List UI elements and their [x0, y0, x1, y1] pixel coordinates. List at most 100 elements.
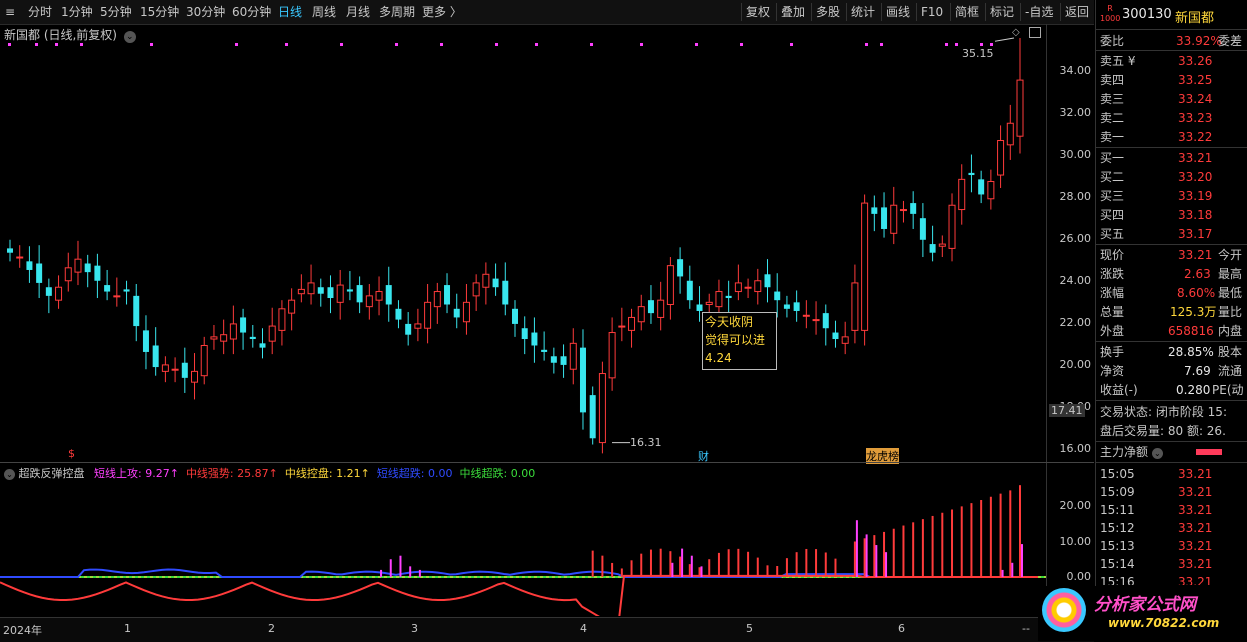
signal-dot: [80, 43, 83, 46]
stock-code: 300130: [1122, 7, 1172, 22]
stat-value: 8.60%: [1177, 286, 1216, 300]
stat-row: 净资 7.69 流通: [1100, 362, 1247, 380]
candle-body: [569, 342, 577, 370]
candle-body: [191, 370, 199, 383]
ask-row[interactable]: 卖三 33.24: [1100, 90, 1247, 108]
candle-body: [608, 332, 616, 379]
chevron-down-icon[interactable]: ⌄: [1151, 448, 1163, 459]
tick-price: 33.21: [1178, 467, 1213, 481]
ask-price: 33.25: [1178, 73, 1213, 87]
price-tick: 28.00: [1059, 190, 1092, 203]
stat-value: 28.85%: [1168, 345, 1214, 359]
signal-dot: [590, 43, 593, 46]
ask-row[interactable]: 卖二 33.23: [1100, 109, 1247, 127]
stat-value: 2.63: [1184, 267, 1211, 281]
candle-body: [229, 323, 237, 340]
period-tab-multi[interactable]: 多周期: [379, 4, 415, 20]
menu-icon[interactable]: ≡: [5, 4, 15, 20]
multi-stock-button[interactable]: 多股: [811, 3, 844, 21]
tick-price: 33.21: [1178, 485, 1213, 499]
candle-body: [94, 265, 101, 281]
candle-body: [502, 280, 509, 305]
ask-price: 33.26: [1178, 54, 1213, 68]
stat-label: 涨跌: [1100, 267, 1125, 281]
signal-dot: [790, 43, 793, 46]
bid-row[interactable]: 买一 33.21: [1100, 149, 1247, 167]
period-tab-weekly[interactable]: 周线: [312, 4, 336, 20]
bid-row[interactable]: 买五 33.17: [1100, 225, 1247, 243]
add-favorite-button[interactable]: -自选: [1020, 3, 1057, 21]
f10-button[interactable]: F10: [916, 3, 947, 21]
candle-body: [171, 368, 179, 371]
stat-label: 涨幅: [1100, 286, 1125, 300]
period-tab-daily[interactable]: 日线: [278, 4, 302, 20]
back-button[interactable]: 返回: [1060, 3, 1093, 21]
period-tab-30min[interactable]: 30分钟: [186, 4, 225, 20]
candle-body: [647, 300, 654, 314]
candle-body: [512, 308, 518, 324]
period-tab-more[interactable]: 更多 〉: [422, 4, 462, 20]
period-tab-60min[interactable]: 60分钟: [232, 4, 271, 20]
stat-row: 涨跌 2.63 最高: [1100, 265, 1247, 283]
bid-price: 33.18: [1178, 208, 1213, 222]
price-tick: 32.00: [1059, 106, 1092, 119]
stat-row: 换手 28.85% 股本: [1100, 343, 1247, 361]
event-mark-dollar[interactable]: $: [68, 447, 75, 460]
candle-body: [715, 291, 723, 308]
draw-line-button[interactable]: 画线: [881, 3, 914, 21]
main-flow-row[interactable]: 主力净额 ⌄: [1100, 443, 1247, 461]
candle-body: [249, 336, 256, 340]
tick-price: 33.21: [1178, 503, 1213, 517]
candle-body: [64, 267, 72, 282]
ask-row[interactable]: 卖一 33.22: [1100, 128, 1247, 146]
stats-button[interactable]: 统计: [846, 3, 879, 21]
indicator-tick: 0.00: [1066, 570, 1092, 583]
adjust-button[interactable]: 复权: [741, 3, 774, 21]
candle-body: [375, 291, 383, 301]
date-scroll-toggle[interactable]: --: [1022, 622, 1030, 635]
stat-tail: 最低: [1218, 286, 1243, 300]
candle-body: [327, 287, 334, 299]
candle-body: [113, 295, 121, 298]
candle-body: [297, 288, 305, 295]
tick-row: 15:14 33.21: [1100, 555, 1247, 573]
period-tab-monthly[interactable]: 月线: [346, 4, 370, 20]
weibi-row: 委比 33.92% 委差: [1100, 32, 1247, 50]
candle-body: [414, 323, 422, 329]
price-axis: 34.00 32.00 30.00 28.00 26.00 24.00 22.0…: [1046, 24, 1095, 462]
bid-row[interactable]: 买二 33.20: [1100, 168, 1247, 186]
period-tab-fenshi[interactable]: 分时: [28, 4, 52, 20]
candle-body: [754, 280, 762, 293]
mark-button[interactable]: 标记: [985, 3, 1018, 21]
ask-label: 卖一: [1100, 130, 1125, 144]
badge-top: R: [1107, 4, 1113, 13]
candle-body: [764, 274, 771, 288]
quote-panel: R 1000 300130 新国都 委比 33.92% 委差 卖五 ¥ 33.26…: [1038, 0, 1247, 641]
ask-row[interactable]: 卖四 33.25: [1100, 71, 1247, 89]
candle-body: [666, 265, 674, 305]
candle-body: [433, 291, 441, 308]
candle-body: [598, 373, 606, 444]
bid-label: 买五: [1100, 227, 1125, 241]
watermark: 分析家公式网 www.70822.com: [1038, 586, 1247, 641]
date-label: 2024年: [3, 624, 42, 637]
overlay-button[interactable]: 叠加: [776, 3, 809, 21]
candle-body: [978, 179, 985, 195]
ask-row[interactable]: 卖五 ¥ 33.26: [1100, 52, 1247, 70]
period-tab-15min[interactable]: 15分钟: [140, 4, 179, 20]
signal-dot: [440, 43, 443, 46]
candle-body: [550, 356, 557, 363]
stat-row: 涨幅 8.60% 最低: [1100, 284, 1247, 302]
signal-dot: [945, 43, 948, 46]
bid-row[interactable]: 买三 33.19: [1100, 187, 1247, 205]
period-tab-5min[interactable]: 5分钟: [100, 4, 132, 20]
candle-body: [802, 314, 810, 317]
period-tab-1min[interactable]: 1分钟: [61, 4, 93, 20]
price-tick: 22.00: [1059, 316, 1092, 329]
stat-row: 总量 125.3万 量比: [1100, 303, 1247, 321]
candle-body: [531, 332, 538, 346]
candle-body: [288, 299, 296, 314]
simple-frame-button[interactable]: 简框: [950, 3, 983, 21]
candle-body: [929, 244, 936, 253]
bid-row[interactable]: 买四 33.18: [1100, 206, 1247, 224]
